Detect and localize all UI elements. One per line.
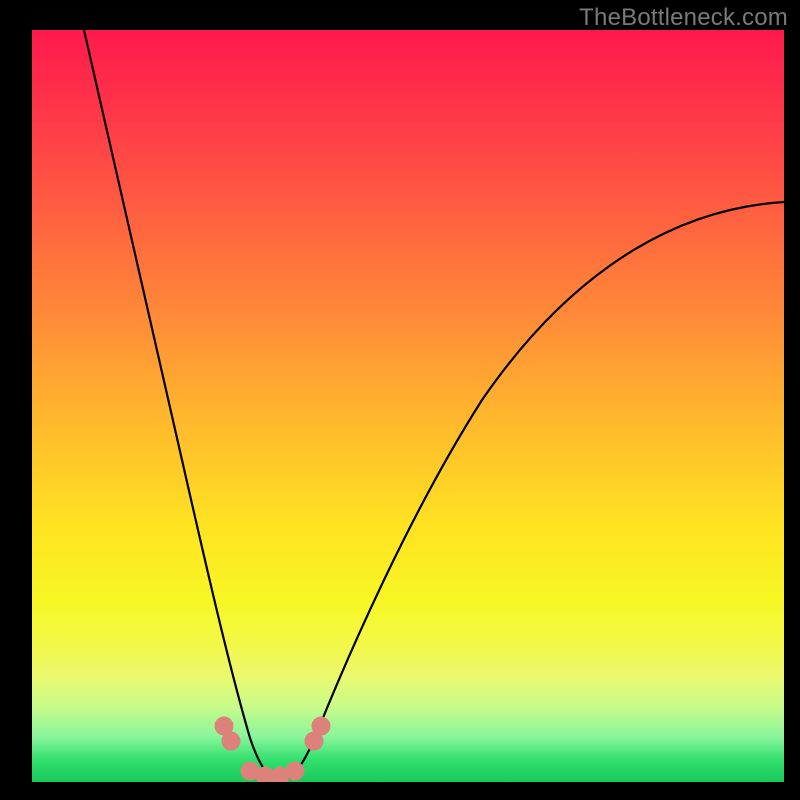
watermark-text: TheBottleneck.com bbox=[579, 4, 788, 32]
sample-markers-group bbox=[215, 717, 330, 782]
bottleneck-curve-line bbox=[84, 30, 784, 781]
plot-area bbox=[32, 30, 784, 782]
curve-layer bbox=[32, 30, 784, 782]
chart-frame: TheBottleneck.com bbox=[0, 0, 800, 800]
